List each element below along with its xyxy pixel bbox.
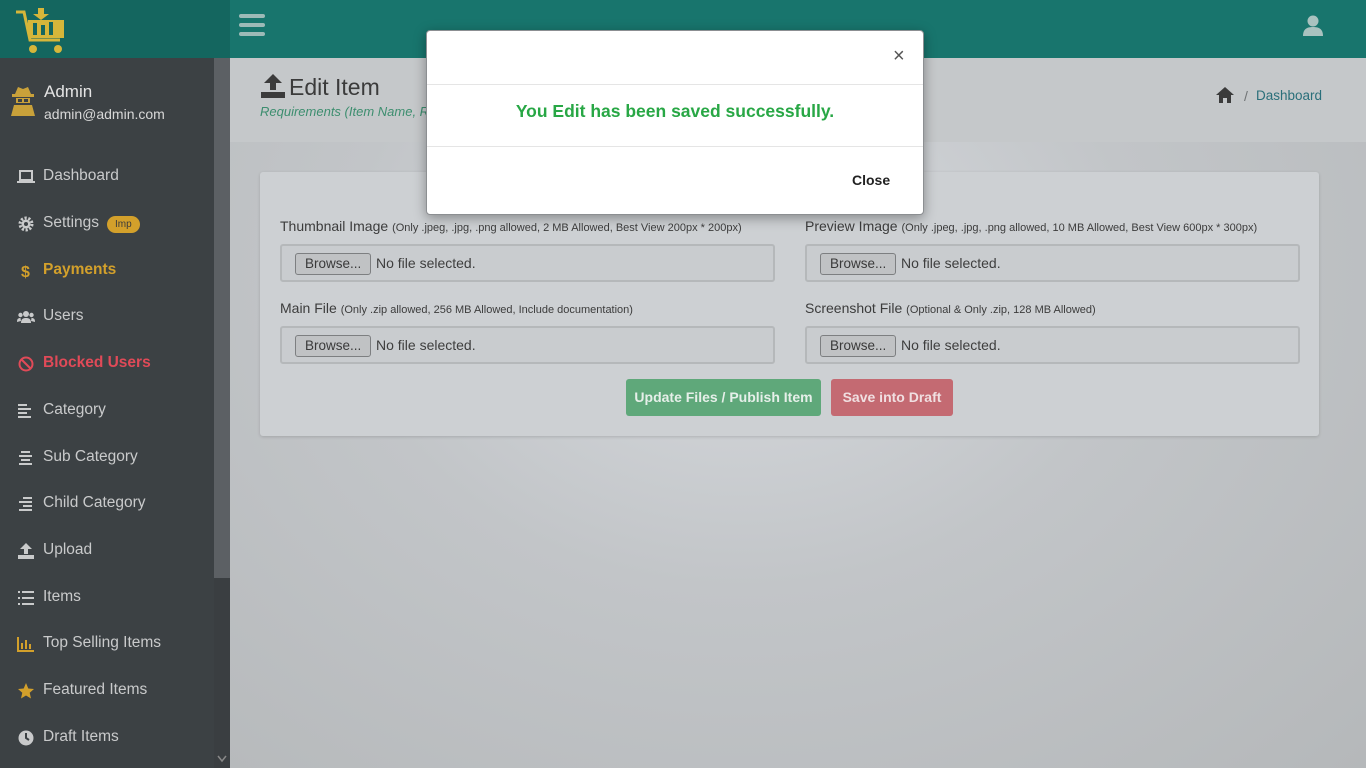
thumbnail-image-file-input[interactable]: Browse... No file selected. bbox=[280, 244, 775, 282]
sidebar-item-top-selling-items[interactable]: Top Selling Items bbox=[0, 624, 214, 664]
sidebar-item-sub-category[interactable]: Sub Category bbox=[0, 438, 214, 478]
dollar-icon: $ bbox=[21, 264, 30, 280]
sidebar-item-payments[interactable]: $ Payments bbox=[0, 251, 214, 291]
sidebar-item-users[interactable]: Users bbox=[0, 297, 214, 337]
sidebar-item-label: Top Selling Items bbox=[43, 634, 162, 651]
screenshot-file-input[interactable]: Browse... No file selected. bbox=[805, 326, 1300, 364]
profile-email: admin@admin.com bbox=[44, 106, 165, 122]
list-icon bbox=[18, 591, 34, 605]
sidebar-item-label: Blocked Users bbox=[43, 354, 151, 371]
page-title: Edit Item bbox=[289, 74, 380, 100]
sidebar-item-label: Upload bbox=[43, 541, 93, 558]
sidebar-item-dashboard[interactable]: Dashboard bbox=[0, 157, 214, 197]
gear-icon bbox=[18, 216, 34, 232]
upload-icon bbox=[18, 543, 34, 559]
scroll-down-arrow-icon[interactable] bbox=[217, 755, 227, 763]
align-center-icon bbox=[19, 451, 32, 465]
sidebar-item-label: Payments bbox=[43, 261, 117, 278]
upload-icon bbox=[261, 74, 285, 98]
modal-divider bbox=[427, 84, 923, 85]
svg-text:$: $ bbox=[21, 264, 30, 280]
home-icon[interactable] bbox=[1215, 86, 1235, 104]
spy-avatar-icon bbox=[11, 87, 35, 116]
save-draft-button[interactable]: Save into Draft bbox=[831, 379, 953, 416]
sidebar-item-label: Settings bbox=[43, 214, 100, 231]
sidebar-item-label: Items bbox=[43, 588, 81, 605]
sidebar-item-label: Featured Items bbox=[43, 681, 148, 698]
sidebar-item-draft-items[interactable]: Draft Items bbox=[0, 718, 214, 758]
align-right-icon bbox=[19, 497, 32, 511]
file-status: No file selected. bbox=[376, 337, 476, 353]
sidebar-item-blocked-users[interactable]: Blocked Users bbox=[0, 344, 214, 384]
sidebar-toggle-hamburger-icon[interactable] bbox=[239, 14, 265, 38]
main-file-label: Main File (Only .zip allowed, 256 MB All… bbox=[280, 300, 633, 316]
imp-badge: Imp bbox=[107, 216, 140, 233]
sidebar-item-featured-items[interactable]: Featured Items bbox=[0, 671, 214, 711]
screenshot-file-label: Screenshot File (Optional & Only .zip, 1… bbox=[805, 300, 1096, 316]
profile-name: Admin bbox=[44, 82, 93, 101]
sidebar-item-upload[interactable]: Upload bbox=[0, 531, 214, 571]
bar-chart-icon bbox=[17, 637, 34, 652]
sidebar-item-category[interactable]: Category bbox=[0, 391, 214, 431]
shopping-cart-logo-icon[interactable] bbox=[14, 6, 68, 56]
laptop-icon bbox=[17, 170, 35, 183]
breadcrumb-separator: / bbox=[1244, 88, 1248, 104]
browse-button[interactable]: Browse... bbox=[295, 253, 372, 275]
sidebar-item-items[interactable]: Items bbox=[0, 578, 214, 618]
modal-close-button[interactable]: Close bbox=[852, 172, 890, 188]
sidebar-item-label: Users bbox=[43, 307, 84, 324]
align-left-icon bbox=[18, 404, 31, 418]
preview-image-label: Preview Image (Only .jpeg, .jpg, .png al… bbox=[805, 218, 1258, 234]
update-publish-button[interactable]: Update Files / Publish Item bbox=[626, 379, 821, 416]
modal-divider bbox=[427, 146, 923, 147]
file-status: No file selected. bbox=[901, 255, 1001, 271]
sidebar-item-settings[interactable]: Settings Imp bbox=[0, 204, 214, 244]
page-subtitle: Requirements (Item Name, Re bbox=[260, 104, 437, 119]
sidebar-item-label: Dashboard bbox=[43, 167, 119, 184]
ban-icon bbox=[18, 356, 34, 372]
success-message: You Edit has been saved successfully. bbox=[515, 101, 835, 121]
sidebar-item-label: Draft Items bbox=[43, 728, 119, 745]
user-account-icon[interactable] bbox=[1301, 14, 1325, 38]
browse-button[interactable]: Browse... bbox=[295, 335, 372, 357]
clock-icon bbox=[18, 730, 34, 746]
file-status: No file selected. bbox=[376, 255, 476, 271]
browse-button[interactable]: Browse... bbox=[820, 253, 897, 275]
logo-area bbox=[0, 0, 230, 58]
star-icon bbox=[18, 683, 34, 699]
sidebar-item-label: Sub Category bbox=[43, 448, 138, 465]
sidebar-scrollbar-thumb[interactable] bbox=[214, 58, 230, 578]
breadcrumb-dashboard-link[interactable]: Dashboard bbox=[1256, 88, 1322, 103]
file-status: No file selected. bbox=[901, 337, 1001, 353]
sidebar-item-child-category[interactable]: Child Category bbox=[0, 484, 214, 524]
sidebar: Admin admin@admin.com Dashboard Settings… bbox=[0, 58, 230, 768]
main-file-input[interactable]: Browse... No file selected. bbox=[280, 326, 775, 364]
admin-profile: Admin admin@admin.com bbox=[8, 82, 208, 124]
success-modal: × You Edit has been saved successfully. … bbox=[426, 30, 924, 215]
thumbnail-image-label: Thumbnail Image (Only .jpeg, .jpg, .png … bbox=[280, 218, 742, 234]
sidebar-item-label: Child Category bbox=[43, 494, 146, 511]
sidebar-item-label: Category bbox=[43, 401, 106, 418]
modal-close-icon[interactable]: × bbox=[893, 45, 905, 68]
browse-button[interactable]: Browse... bbox=[820, 335, 897, 357]
users-icon bbox=[17, 311, 35, 323]
preview-image-file-input[interactable]: Browse... No file selected. bbox=[805, 244, 1300, 282]
